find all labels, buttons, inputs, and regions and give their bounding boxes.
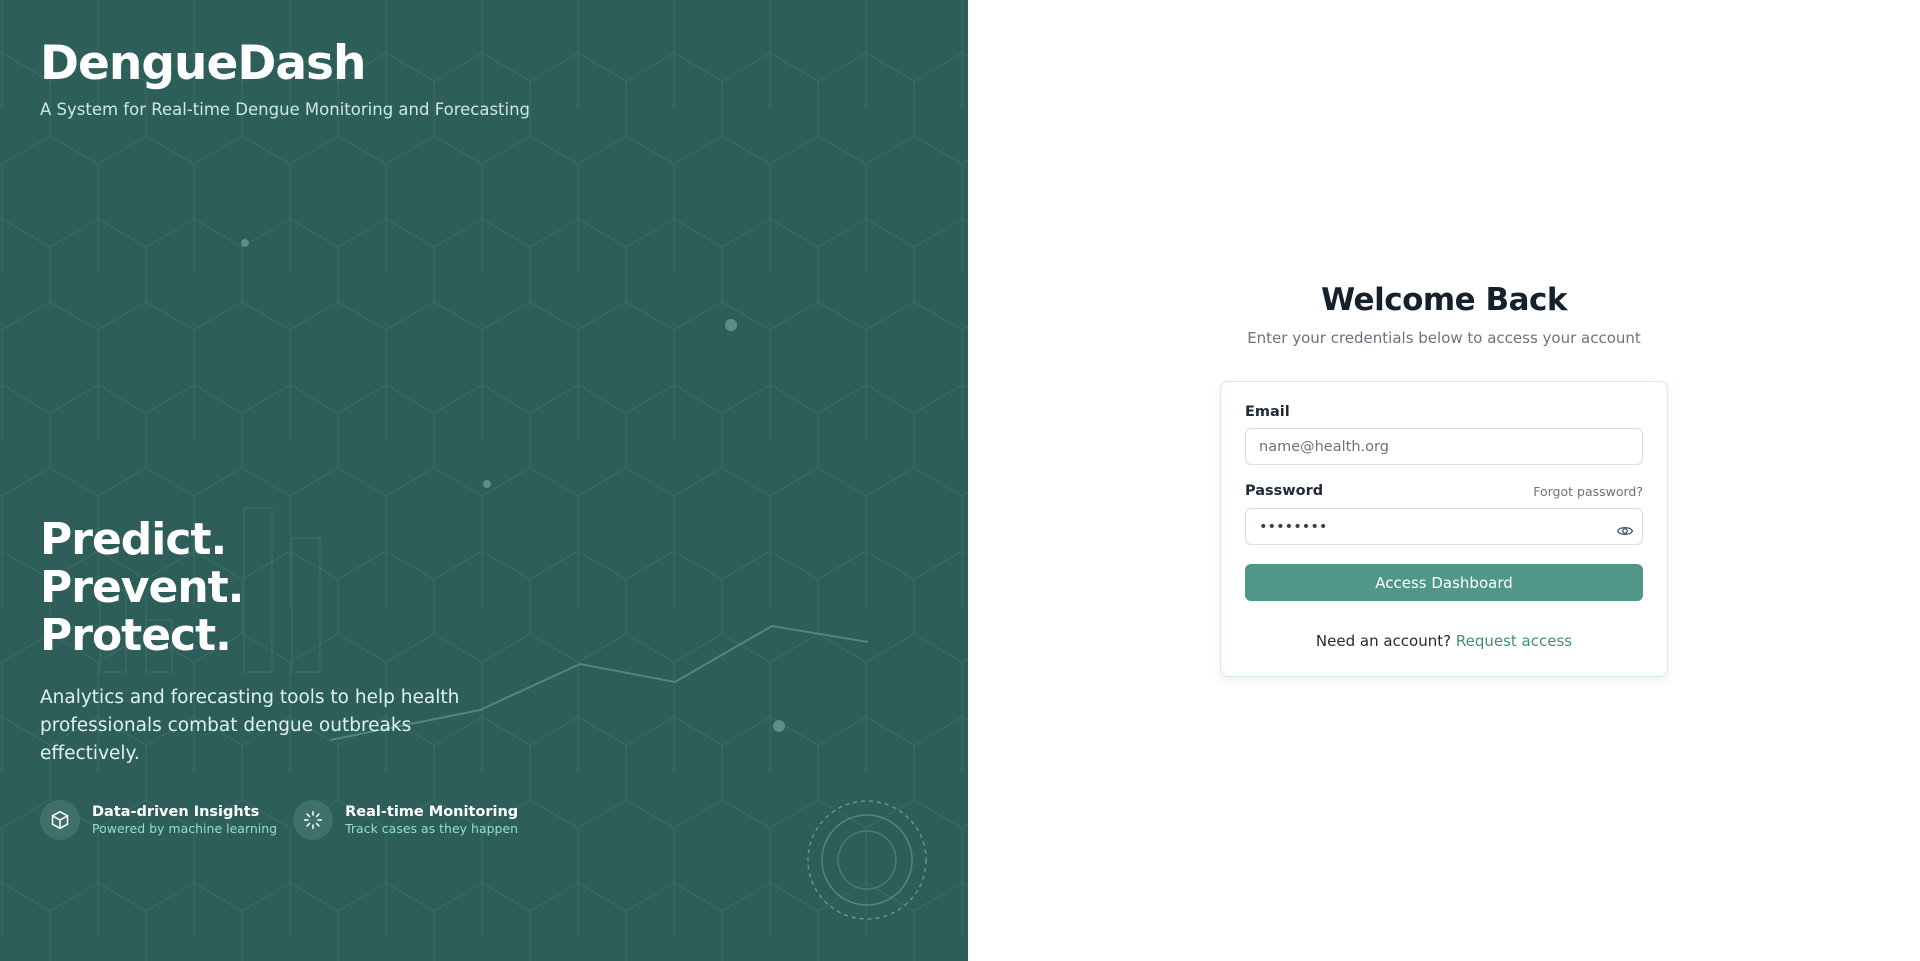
brand-subtitle: A System for Real-time Dengue Monitoring… [40, 100, 531, 119]
hero-description: Analytics and forecasting tools to help … [40, 687, 460, 764]
eye-icon[interactable] [1616, 522, 1634, 540]
feature-item-insights: Data-driven Insights Powered by machine … [40, 800, 277, 840]
request-access-link[interactable]: Request access [1456, 632, 1572, 650]
loader-icon [293, 800, 334, 840]
email-field[interactable] [1245, 428, 1643, 465]
brand-title: DengueDash [40, 36, 367, 91]
feature-list: Data-driven Insights Powered by machine … [40, 800, 518, 840]
cube-icon [40, 800, 80, 840]
brand-header: DengueDash A System for Real-time Dengue… [40, 34, 530, 119]
email-label: Email [1245, 404, 1290, 420]
hero-line-predict: Predict. [40, 514, 227, 565]
password-field[interactable] [1245, 508, 1643, 545]
feature-subtitle: Powered by machine learning [92, 821, 278, 836]
feature-title: Data-driven Insights [92, 804, 260, 820]
hero-line-protect: Protect. [40, 610, 232, 661]
feature-item-monitoring: Real-time Monitoring Track cases as they… [293, 800, 518, 840]
feature-title: Real-time Monitoring [345, 804, 519, 820]
brand-panel: DengueDash A System for Real-time Dengue… [0, 0, 968, 961]
hero-heading: Predict. Prevent. Protect. [40, 514, 244, 661]
login-panel: Welcome Back Enter your credentials belo… [968, 0, 1920, 961]
login-form: Email Password Forgot password? Access D… [1220, 381, 1668, 677]
login-title: Welcome Back [1320, 282, 1568, 318]
request-access-row: Need an account? Request access [1221, 632, 1667, 650]
footer-text: Need an account? [1315, 632, 1452, 650]
hero-line-prevent: Prevent. [40, 562, 244, 613]
password-label: Password [1245, 483, 1324, 499]
login-subtitle: Enter your credentials below to access y… [1247, 329, 1641, 347]
access-dashboard-button[interactable]: Access Dashboard [1245, 564, 1643, 601]
feature-subtitle: Track cases as they happen [345, 821, 519, 836]
forgot-password-link[interactable]: Forgot password? [1533, 484, 1643, 499]
